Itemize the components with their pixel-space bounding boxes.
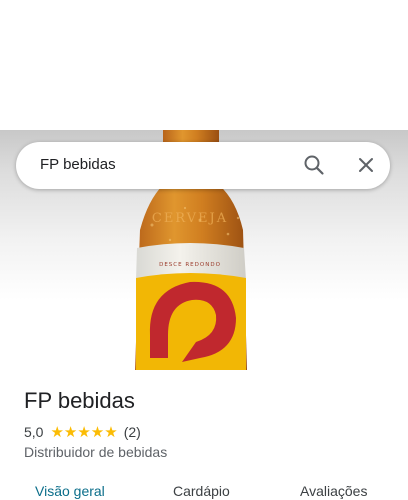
star-rating-icon: ★★★★★ xyxy=(50,424,118,441)
search-icon[interactable] xyxy=(303,154,325,176)
bottle-band-text: DESCE REDONDO xyxy=(159,262,221,268)
bottle-embossed-text: CERVEJA xyxy=(152,211,228,226)
tab-reviews[interactable]: Avaliações xyxy=(300,483,367,499)
close-icon[interactable] xyxy=(356,155,376,175)
search-bar[interactable]: FP bebidas xyxy=(16,142,390,189)
place-category: Distribuidor de bebidas xyxy=(24,444,168,460)
search-input[interactable]: FP bebidas xyxy=(40,156,116,173)
tab-menu[interactable]: Cardápio xyxy=(173,483,230,499)
rating-value: 5,0 xyxy=(24,424,44,440)
review-count[interactable]: (2) xyxy=(124,424,141,440)
rating-row[interactable]: 5,0 ★★★★★ (2) xyxy=(24,423,141,441)
place-title: FP bebidas xyxy=(24,388,135,413)
tab-overview[interactable]: Visão geral xyxy=(35,483,105,499)
